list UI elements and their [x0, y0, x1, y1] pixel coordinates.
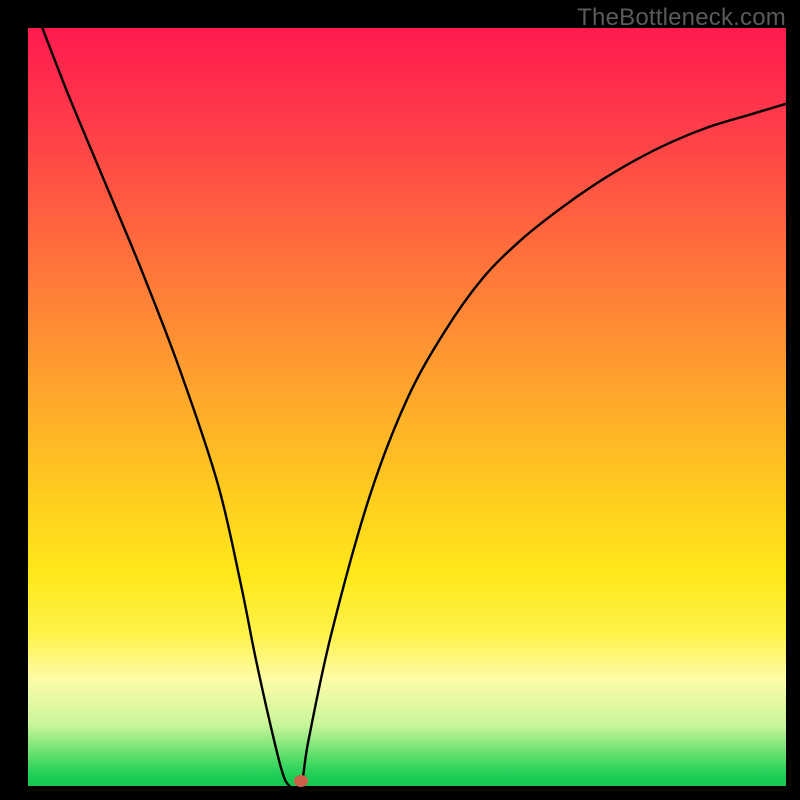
current-point-marker	[294, 775, 308, 787]
watermark-text: TheBottleneck.com	[577, 4, 786, 32]
plot-area	[28, 28, 786, 786]
chart-frame: TheBottleneck.com	[0, 0, 800, 800]
bottleneck-curve	[28, 28, 786, 786]
